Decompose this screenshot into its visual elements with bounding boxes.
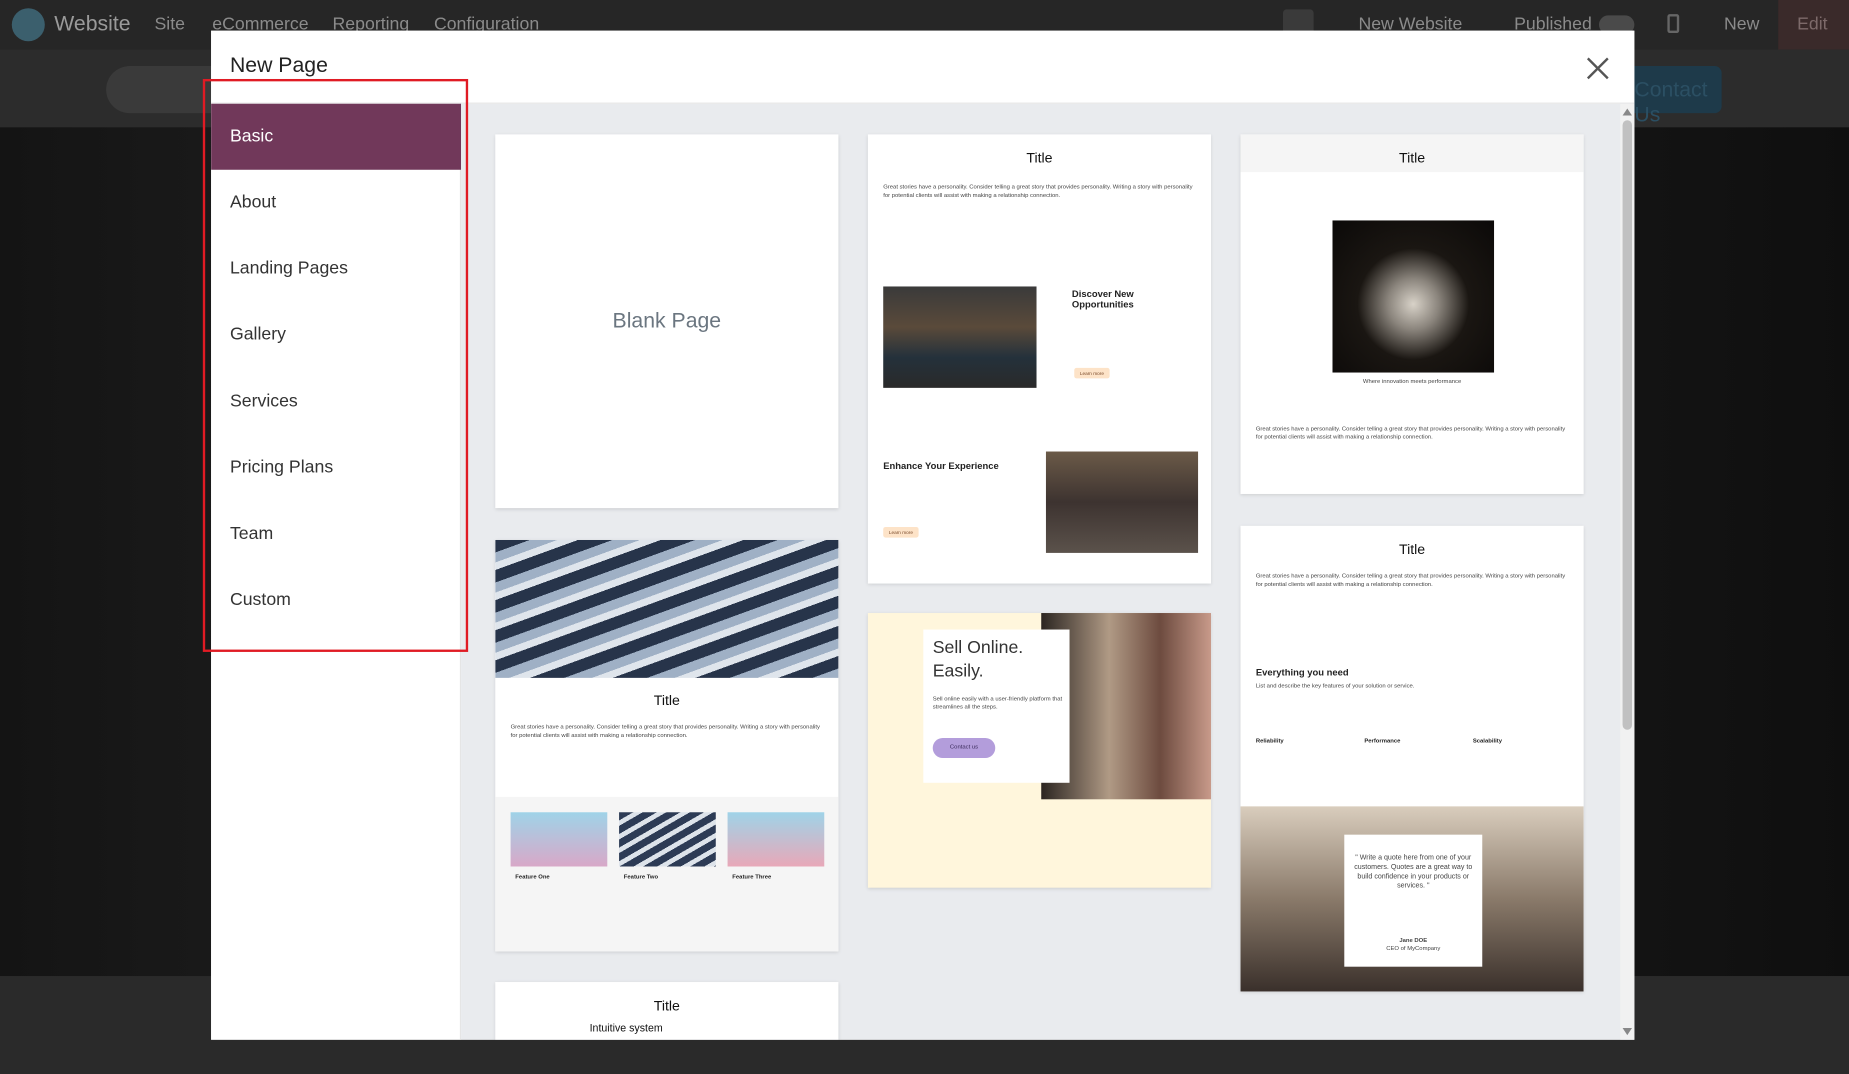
blank-page-label: Blank Page	[612, 308, 722, 333]
category-landing-pages[interactable]: Landing Pages	[211, 236, 461, 302]
template-intuitive-system[interactable]: Title Intuitive system	[495, 982, 839, 1040]
story-text: Great stories have a personality. Consid…	[883, 183, 1193, 199]
template-title: Title	[1026, 149, 1053, 167]
new-page-dialog: New Page Basic About Landing Pages Galle…	[211, 30, 1635, 1040]
quote-author: Jane DOE	[1399, 937, 1428, 945]
menu-site[interactable]: Site	[154, 14, 184, 34]
discover-heading: Discover New Opportunities	[1071, 288, 1134, 311]
enhance-heading: Enhance Your Experience	[883, 460, 999, 472]
category-sidebar: Basic About Landing Pages Gallery Servic…	[211, 103, 462, 1040]
category-pricing-plans[interactable]: Pricing Plans	[211, 435, 461, 501]
mobile-preview-icon[interactable]	[1667, 14, 1680, 34]
template-scrollbar[interactable]	[1620, 103, 1635, 1040]
learn-more-button-2: Learn more	[883, 526, 919, 538]
feature-three-label: Feature Three	[732, 873, 772, 881]
template-story-columns[interactable]: Title Great stories have a personality. …	[867, 134, 1212, 584]
category-services[interactable]: Services	[211, 369, 461, 435]
template-title: Title	[1398, 541, 1426, 558]
image-feature-three	[727, 812, 825, 867]
template-features-page[interactable]: Title Great stories have a personality. …	[495, 539, 839, 952]
scroll-down-icon[interactable]	[1622, 1028, 1633, 1036]
category-team[interactable]: Team	[211, 501, 461, 567]
new-button[interactable]: New	[1724, 14, 1759, 34]
contact-us-button[interactable]: Contact Us	[1627, 66, 1722, 126]
template-everything-you-need[interactable]: Title Great stories have a personality. …	[1240, 525, 1584, 992]
learn-more-button: Learn more	[1074, 367, 1110, 379]
scroll-up-icon[interactable]	[1622, 108, 1633, 116]
contact-us-button: Contact us	[932, 737, 996, 759]
dialog-title: New Page	[229, 53, 328, 77]
feature-one-label: Feature One	[515, 873, 550, 881]
app-brand[interactable]: Website	[54, 12, 130, 37]
story-text: Great stories have a personality. Consid…	[510, 723, 820, 739]
pillar-performance: Performance	[1364, 737, 1401, 746]
image-feature-two	[619, 812, 716, 867]
template-product-showcase[interactable]: Title Where innovation meets performance…	[1240, 134, 1584, 494]
story-text: Great stories have a personality. Consid…	[1255, 572, 1566, 588]
image-feature-one	[510, 812, 608, 867]
edit-button[interactable]: Edit	[1778, 0, 1849, 50]
category-gallery[interactable]: Gallery	[211, 302, 461, 368]
sell-heading: Sell Online. Easily.	[932, 637, 1024, 682]
feature-two-label: Feature Two	[623, 873, 659, 881]
category-basic[interactable]: Basic	[211, 103, 462, 170]
dialog-header: New Page	[211, 30, 1635, 104]
image-shirts	[495, 539, 839, 678]
shoe-caption: Where innovation meets performance	[1362, 378, 1462, 386]
pillar-scalability: Scalability	[1472, 737, 1502, 746]
template-blank-page[interactable]: Blank Page	[495, 134, 839, 509]
template-title: Title	[1398, 149, 1426, 167]
close-icon[interactable]	[1584, 54, 1612, 82]
quote-role: CEO of MyCompany	[1386, 945, 1441, 953]
story-text: Great stories have a personality. Consid…	[1255, 425, 1566, 441]
testimonial-quote: " Write a quote here from one of your cu…	[1354, 854, 1473, 891]
scrollbar-thumb[interactable]	[1622, 120, 1633, 730]
everything-subtext: List and describe the key features of yo…	[1255, 682, 1415, 690]
sell-text: Sell online easily with a user-friendly …	[932, 695, 1063, 711]
template-title: Title	[653, 692, 680, 709]
intuitive-heading: Intuitive system	[589, 1022, 663, 1034]
image-sneaker	[1332, 220, 1495, 373]
website-app-icon[interactable]	[11, 8, 45, 42]
pillar-reliability: Reliability	[1255, 737, 1284, 746]
template-title: Title	[653, 997, 680, 1014]
category-about[interactable]: About	[211, 170, 461, 236]
template-sell-online[interactable]: Sell Online. Easily. Sell online easily …	[867, 613, 1212, 888]
image-store	[883, 286, 1037, 388]
category-custom[interactable]: Custom	[211, 567, 461, 633]
everything-heading: Everything you need	[1255, 667, 1349, 678]
image-clothing-rack	[1045, 451, 1199, 553]
template-grid: Blank Page Title Great stories have a pe…	[461, 103, 1635, 1040]
